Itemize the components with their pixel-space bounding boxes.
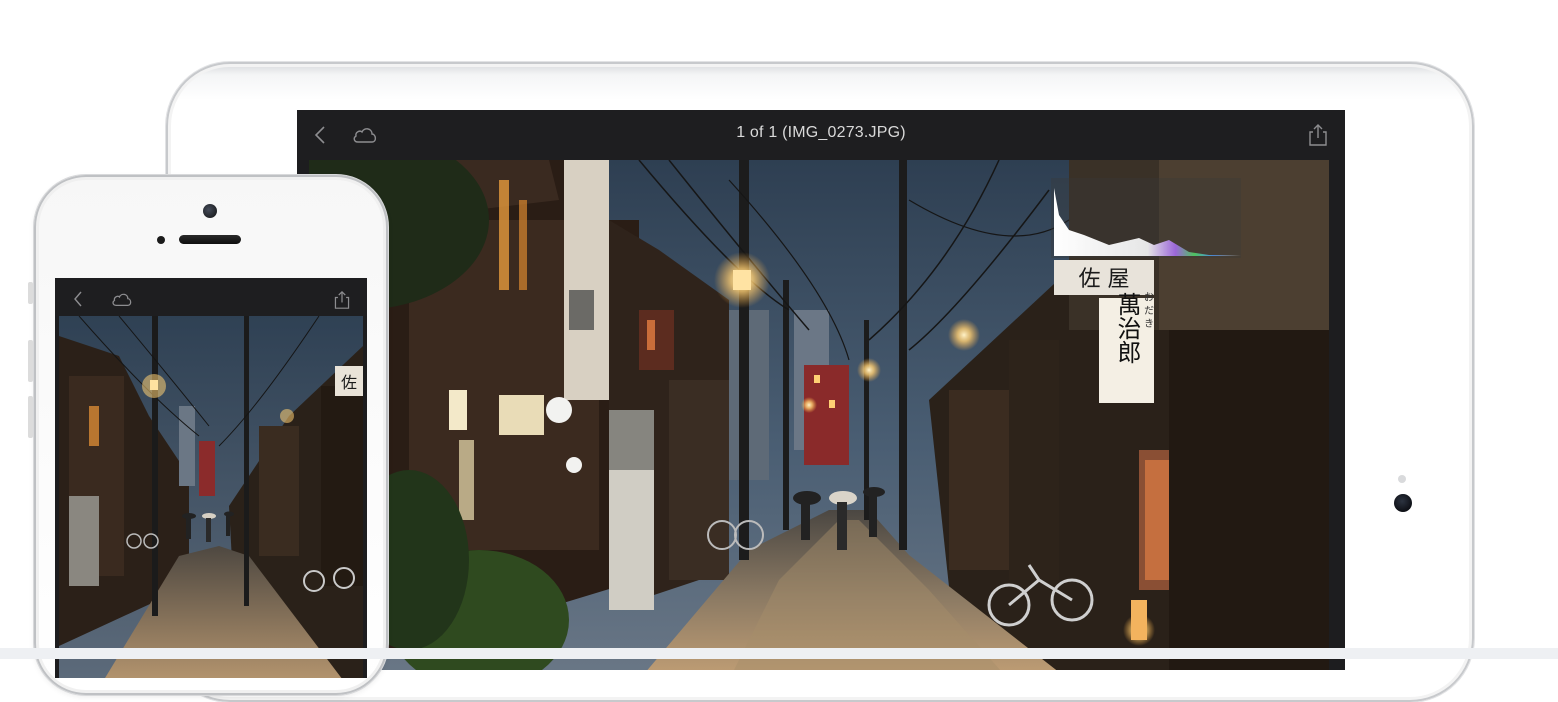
iphone-screen: 佐: [55, 278, 367, 678]
iphone-volume-up: [28, 340, 33, 382]
photo-title: 1 of 1 (IMG_0273.JPG): [736, 124, 906, 141]
ipad-camera: [1394, 494, 1412, 512]
iphone-sensor: [157, 236, 165, 244]
cloud-button[interactable]: [111, 292, 133, 311]
sign-top: 佐: [341, 373, 357, 392]
street-photo-image: 佐 屋 萬治郎 お だ き: [309, 160, 1329, 670]
street-photo-image: 佐: [59, 316, 363, 678]
share-button[interactable]: [333, 290, 351, 314]
ipad-ambient-sensor: [1398, 475, 1406, 483]
iphone-speaker: [179, 235, 241, 244]
chevron-left-icon: [74, 291, 82, 307]
sign-top: 佐 屋: [1079, 267, 1130, 292]
iphone-volume-down: [28, 396, 33, 438]
ipad-toolbar: 1 of 1 (IMG_0273.JPG): [297, 110, 1345, 160]
cloud-icon: [112, 293, 132, 306]
iphone-mute-switch: [28, 282, 33, 304]
phone-photo[interactable]: 佐: [59, 316, 363, 678]
sign-vertical-main: 萬治郎: [1113, 292, 1141, 364]
iphone-front-camera: [203, 204, 217, 218]
share-icon: [1309, 124, 1327, 146]
share-button[interactable]: [1307, 123, 1329, 151]
back-button[interactable]: [73, 290, 83, 312]
sign-vertical-small: お だ き: [1142, 292, 1154, 329]
iphone-toolbar: [55, 278, 367, 316]
main-photo[interactable]: 佐 屋 萬治郎 お だ き: [309, 160, 1329, 670]
page-bottom-strip: [0, 648, 1558, 659]
ipad-screen: 1 of 1 (IMG_0273.JPG) 佐 屋 萬治郎 お だ き: [297, 110, 1345, 670]
share-icon: [334, 290, 350, 309]
